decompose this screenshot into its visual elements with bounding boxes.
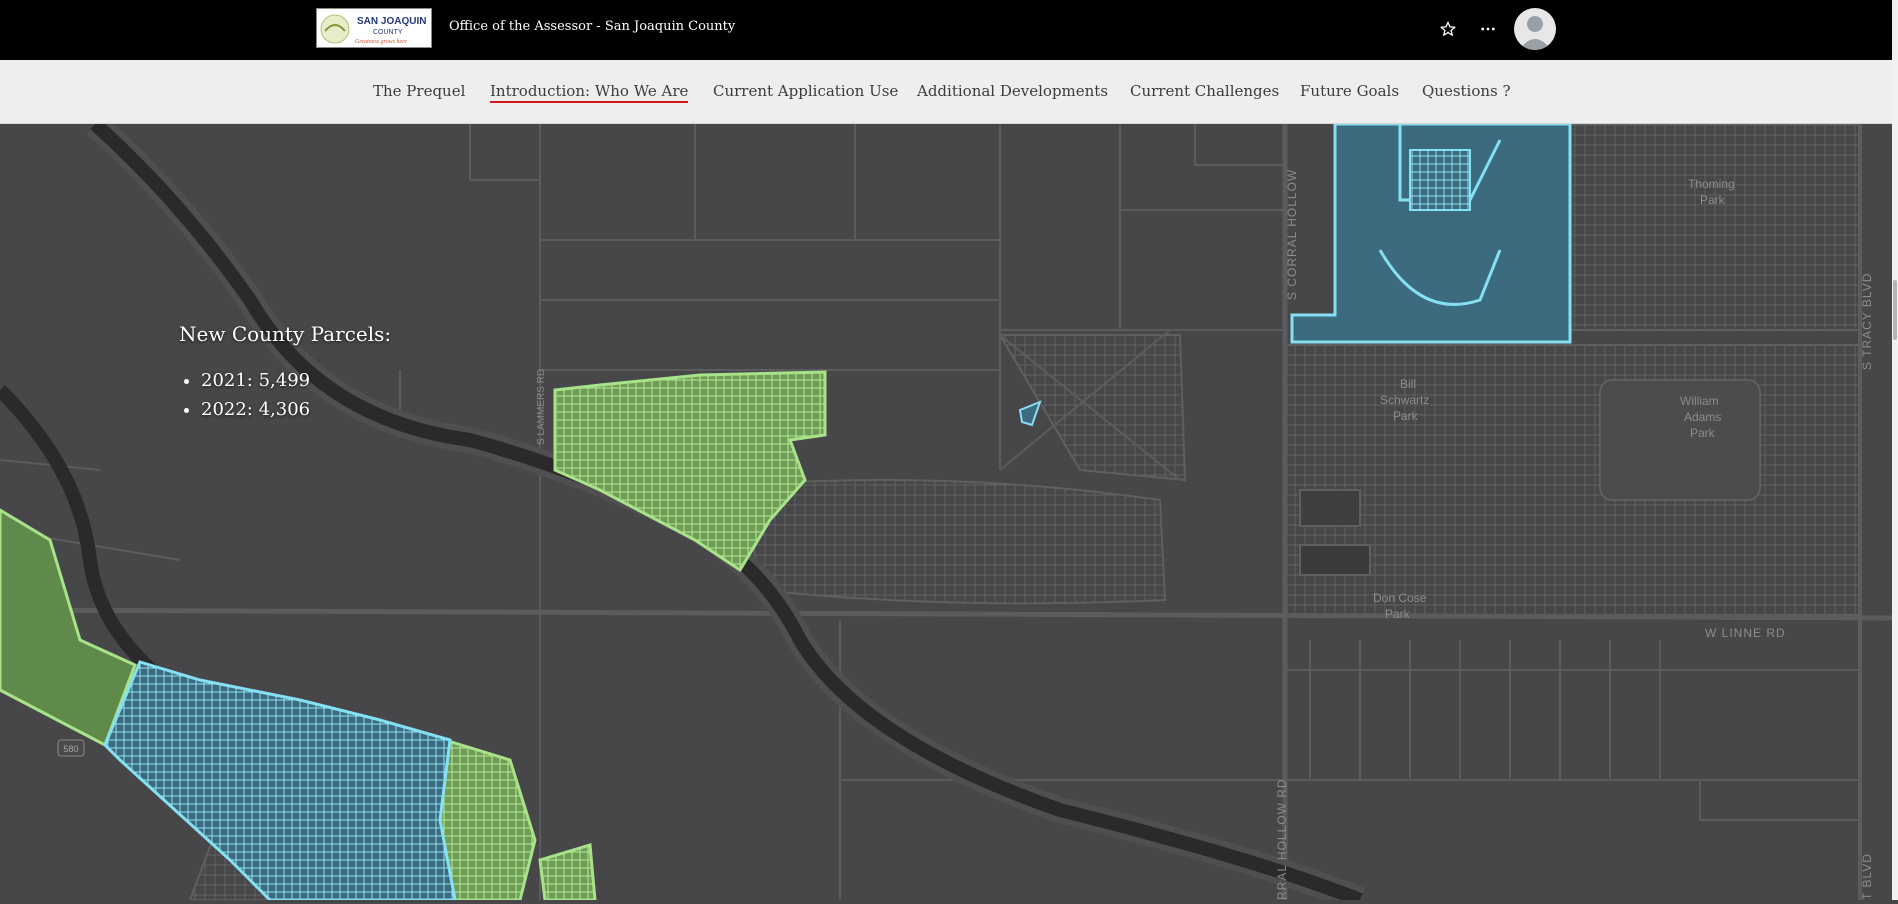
- label-don-cose-park-2: Park: [1385, 607, 1411, 621]
- tab-the-prequel[interactable]: The Prequel: [373, 82, 465, 100]
- label-william-adams-park-2: Adams: [1684, 410, 1721, 424]
- label-thoming-park-2: Park: [1700, 193, 1726, 207]
- label-william-adams-park-3: Park: [1690, 426, 1716, 440]
- parcel-stats-overlay: New County Parcels: 2021: 5,499 2022: 4,…: [179, 322, 391, 428]
- logo-text-line1: SAN JOAQUIN: [357, 16, 426, 27]
- label-bill-schwartz-park-2: Schwartz: [1380, 393, 1429, 407]
- label-william-adams-park: William: [1680, 394, 1719, 408]
- tab-questions[interactable]: Questions ?: [1422, 82, 1511, 100]
- label-don-cose-park: Don Cose: [1373, 591, 1427, 605]
- subdivision-east: [1284, 344, 1861, 616]
- label-lammers-rd: S LAMMERS RD: [536, 369, 547, 445]
- tab-introduction[interactable]: Introduction: Who We Are: [490, 82, 689, 103]
- star-icon: [1440, 21, 1456, 36]
- subdivision-central: [743, 479, 1167, 605]
- stat-2021: 2021: 5,499: [201, 370, 391, 391]
- label-bill-schwartz-park-3: Park: [1393, 409, 1419, 423]
- subdivision-northeast: [1569, 123, 1861, 331]
- tab-additional-developments[interactable]: Additional Developments: [917, 82, 1108, 100]
- logo-tagline: Greatness grows here: [355, 39, 407, 45]
- pond-area: [1299, 544, 1371, 576]
- logo-text-line2: COUNTY: [373, 29, 403, 36]
- parcel-map[interactable]: 580 S CORRAL HOLLOW RRAL HOLLOW RD S TRA…: [0, 114, 1893, 904]
- county-logo[interactable]: SAN JOAQUIN COUNTY Greatness grows here: [316, 8, 432, 48]
- highway-shield-label: 580: [63, 744, 78, 754]
- stat-2022: 2022: 4,306: [201, 399, 391, 420]
- tab-current-application-use[interactable]: Current Application Use: [713, 82, 898, 100]
- scrollbar-thumb[interactable]: [1893, 280, 1897, 340]
- user-avatar-button[interactable]: [1514, 8, 1556, 50]
- page-scrollbar[interactable]: [1892, 0, 1898, 900]
- more-options-button[interactable]: [1474, 15, 1502, 43]
- tab-current-challenges[interactable]: Current Challenges: [1130, 82, 1279, 100]
- tab-future-goals[interactable]: Future Goals: [1300, 82, 1399, 100]
- label-tracy-blvd-north: S TRACY BLVD: [1860, 273, 1874, 370]
- parcel-stats-list: 2021: 5,499 2022: 4,306: [179, 370, 391, 420]
- ellipsis-icon: [1481, 27, 1495, 31]
- overlay-heading: New County Parcels:: [179, 322, 392, 346]
- label-tracy-blvd-south: T BLVD: [1860, 853, 1874, 900]
- label-thoming-park: Thoming: [1688, 177, 1735, 191]
- label-corral-hollow-south: RRAL HOLLOW RD: [1275, 778, 1289, 900]
- site-title[interactable]: Office of the Assessor - San Joaquin Cou…: [449, 19, 735, 34]
- favorite-button[interactable]: [1434, 15, 1462, 43]
- label-corral-hollow-north: S CORRAL HOLLOW: [1285, 169, 1299, 300]
- user-avatar-icon: [1519, 16, 1551, 50]
- top-header-bar: SAN JOAQUIN COUNTY Greatness grows here …: [0, 0, 1892, 60]
- story-navigation: The Prequel Introduction: Who We Are Cur…: [0, 60, 1892, 124]
- school-area: [1299, 489, 1361, 527]
- label-bill-schwartz-park: Bill: [1400, 377, 1416, 391]
- label-linne-rd: W LINNE RD: [1705, 626, 1786, 640]
